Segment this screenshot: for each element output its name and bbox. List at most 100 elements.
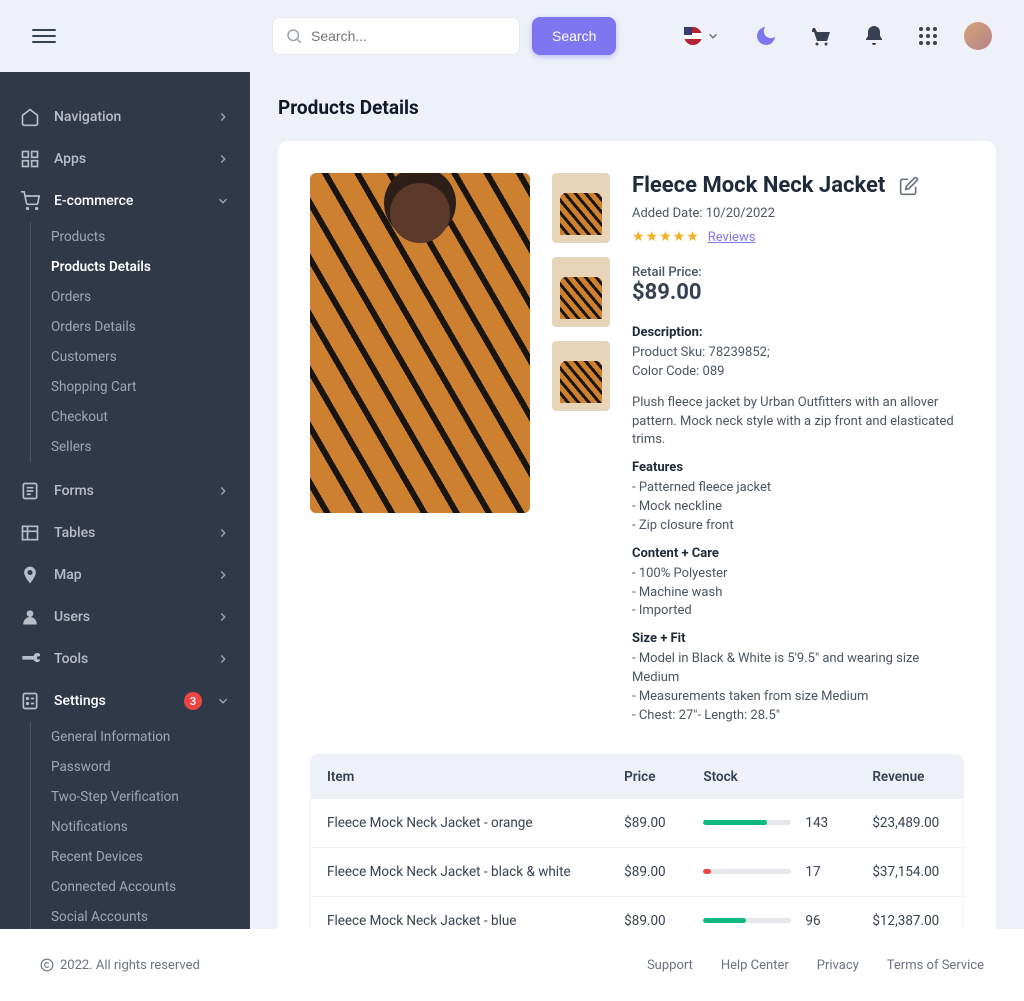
sidebar-label: Tools (54, 651, 202, 667)
subnav-customers[interactable]: Customers (31, 342, 250, 372)
inventory-table: Item Price Stock Revenue Fleece Mock Nec… (310, 754, 964, 929)
product-thumb-3[interactable] (552, 341, 610, 411)
table-row: Fleece Mock Neck Jacket - black & white … (311, 847, 963, 896)
cell-stock: 17 (687, 847, 856, 896)
moon-icon[interactable] (754, 24, 778, 48)
col-revenue: Revenue (856, 755, 963, 799)
product-price: $89.00 (632, 280, 964, 305)
edit-icon[interactable] (899, 176, 919, 196)
search-input[interactable] (311, 28, 519, 44)
description-label: Description: (632, 325, 964, 340)
cell-item: Fleece Mock Neck Jacket - orange (311, 799, 608, 848)
footer-link-tos[interactable]: Terms of Service (887, 958, 984, 973)
user-avatar[interactable] (964, 22, 992, 50)
apps-grid-icon[interactable] (916, 24, 940, 48)
product-blurb: Plush fleece jacket by Urban Outfitters … (632, 394, 964, 451)
chevron-down-icon (706, 29, 720, 43)
subnav-connected-accounts[interactable]: Connected Accounts (31, 872, 250, 902)
feature-line: - Mock neckline (632, 498, 964, 517)
home-icon (20, 107, 40, 127)
chevron-up-icon (216, 194, 230, 208)
product-main-image[interactable] (310, 173, 530, 513)
sidebar-item-forms[interactable]: Forms (0, 470, 250, 512)
size-line: - Chest: 27"- Length: 28.5" (632, 707, 964, 726)
col-stock: Stock (687, 755, 856, 799)
subnav-orders-details[interactable]: Orders Details (31, 312, 250, 342)
chevron-up-icon (216, 694, 230, 708)
footer-link-privacy[interactable]: Privacy (817, 958, 859, 973)
copyright-icon (40, 958, 54, 972)
sidebar-item-apps[interactable]: Apps (0, 138, 250, 180)
subnav-social-accounts[interactable]: Social Accounts (31, 902, 250, 929)
subnav-notifications[interactable]: Notifications (31, 812, 250, 842)
subnav-two-step[interactable]: Two-Step Verification (31, 782, 250, 812)
size-line: - Measurements taken from size Medium (632, 688, 964, 707)
chevron-right-icon (216, 110, 230, 124)
subnav-sellers[interactable]: Sellers (31, 432, 250, 462)
care-line: - Machine wash (632, 584, 964, 603)
sidebar-item-settings[interactable]: Settings 3 (0, 680, 250, 722)
care-line: - Imported (632, 602, 964, 621)
cart-icon[interactable] (808, 24, 832, 48)
content-area: Products Details Fleece Mock Neck Jacket… (250, 72, 1024, 929)
search-input-wrap (272, 17, 520, 55)
cell-price: $89.00 (608, 847, 687, 896)
menu-toggle-icon[interactable] (32, 24, 56, 48)
sidebar-label: Navigation (54, 109, 202, 125)
cell-price: $89.00 (608, 896, 687, 929)
sidebar-label: Map (54, 567, 202, 583)
sidebar-item-tables[interactable]: Tables (0, 512, 250, 554)
product-thumb-2[interactable] (552, 257, 610, 327)
cart-icon (20, 191, 40, 211)
sidebar-label: E-commerce (54, 193, 202, 209)
col-price: Price (608, 755, 687, 799)
subnav-password[interactable]: Password (31, 752, 250, 782)
subnav-products-details[interactable]: Products Details (31, 252, 250, 282)
features-heading: Features (632, 460, 964, 475)
language-selector[interactable] (684, 27, 720, 45)
cell-stock: 143 (687, 799, 856, 848)
cell-price: $89.00 (608, 799, 687, 848)
sidebar-item-navigation[interactable]: Navigation (0, 96, 250, 138)
grid-icon (20, 149, 40, 169)
subnav-recent-devices[interactable]: Recent Devices (31, 842, 250, 872)
search-button[interactable]: Search (532, 17, 616, 55)
wrench-icon (20, 649, 40, 669)
sidebar-item-tools[interactable]: Tools (0, 638, 250, 680)
search-icon (285, 27, 303, 45)
feature-line: - Zip closure front (632, 517, 964, 536)
chevron-right-icon (216, 568, 230, 582)
sku-line: Product Sku: 78239852; (632, 344, 964, 363)
sidebar-item-map[interactable]: Map (0, 554, 250, 596)
subnav-orders[interactable]: Orders (31, 282, 250, 312)
settings-badge: 3 (184, 692, 202, 710)
subnav-general-info[interactable]: General Information (31, 722, 250, 752)
flag-us-icon (684, 27, 702, 45)
care-line: - 100% Polyester (632, 565, 964, 584)
subnav-shopping-cart[interactable]: Shopping Cart (31, 372, 250, 402)
subnav-checkout[interactable]: Checkout (31, 402, 250, 432)
bell-icon[interactable] (862, 24, 886, 48)
retail-price-label: Retail Price: (632, 265, 964, 280)
col-item: Item (311, 755, 608, 799)
chevron-right-icon (216, 610, 230, 624)
size-heading: Size + Fit (632, 631, 964, 646)
footer-link-help[interactable]: Help Center (721, 958, 789, 973)
cell-revenue: $23,489.00 (856, 799, 963, 848)
product-title: Fleece Mock Neck Jacket (632, 173, 885, 198)
copyright-text: 2022. All rights reserved (60, 958, 200, 973)
ecommerce-subnav: Products Products Details Orders Orders … (30, 222, 250, 462)
cell-stock: 96 (687, 896, 856, 929)
subnav-products[interactable]: Products (31, 222, 250, 252)
topbar: Search (0, 0, 1024, 72)
product-thumb-1[interactable] (552, 173, 610, 243)
chevron-right-icon (216, 526, 230, 540)
cell-revenue: $37,154.00 (856, 847, 963, 896)
sidebar-item-ecommerce[interactable]: E-commerce (0, 180, 250, 222)
footer-link-support[interactable]: Support (647, 958, 693, 973)
sidebar-item-users[interactable]: Users (0, 596, 250, 638)
reviews-link[interactable]: Reviews (708, 230, 756, 245)
user-icon (20, 607, 40, 627)
product-card: Fleece Mock Neck Jacket Added Date: 10/2… (278, 141, 996, 929)
chevron-right-icon (216, 484, 230, 498)
